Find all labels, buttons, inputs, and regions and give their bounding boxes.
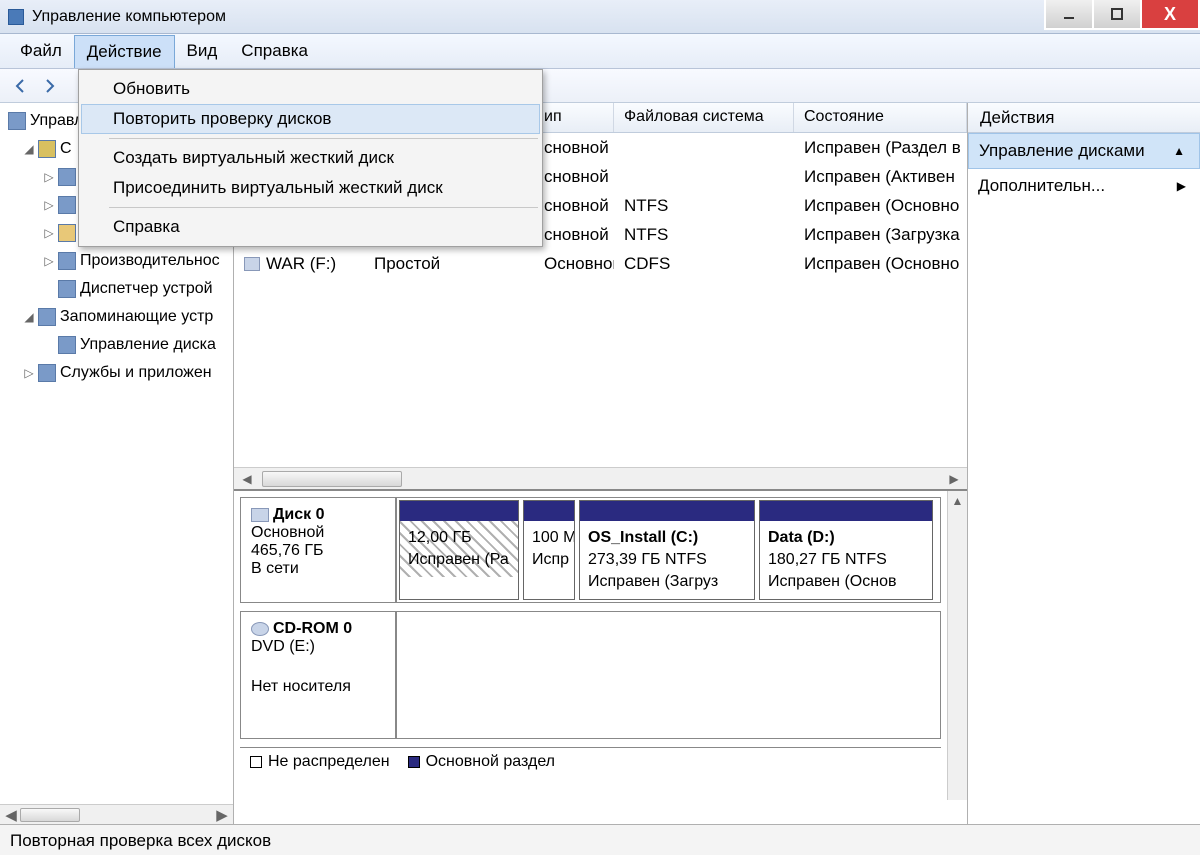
app-icon	[8, 9, 24, 25]
window-buttons: X	[1046, 0, 1200, 30]
partition-bar	[400, 501, 518, 521]
actions-more[interactable]: Дополнительн... ▶	[968, 169, 1200, 203]
scroll-left-icon[interactable]: ◀	[236, 469, 258, 489]
expand-icon[interactable]: ▷	[22, 359, 36, 387]
nav-forward-button[interactable]	[38, 75, 60, 97]
scroll-thumb[interactable]	[20, 808, 80, 822]
legend-swatch-unallocated	[250, 756, 262, 768]
disk-info: Диск 0 Основной 465,76 ГБ В сети	[241, 498, 397, 602]
menu-rescan-disks[interactable]: Повторить проверку дисков	[81, 104, 540, 134]
expand-icon[interactable]: ▷	[42, 247, 56, 275]
tree-services[interactable]: ▷Службы и приложен	[8, 359, 233, 387]
storage-icon	[38, 308, 56, 326]
expand-icon[interactable]: ▷	[42, 191, 56, 219]
scroll-thumb[interactable]	[262, 471, 402, 487]
col-status[interactable]: Состояние	[794, 103, 967, 132]
tree-disk-management[interactable]: Управление диска	[8, 331, 233, 359]
col-type[interactable]: ип	[534, 103, 614, 132]
expand-icon[interactable]: ▷	[42, 163, 56, 191]
tools-icon	[38, 140, 56, 158]
collapse-icon[interactable]: ◢	[22, 303, 36, 331]
partition[interactable]: 12,00 ГБ Исправен (Ра	[399, 500, 519, 600]
partition[interactable]: 100 М Испр	[523, 500, 575, 600]
scroll-right-icon[interactable]: ▶	[213, 806, 231, 824]
partition-data[interactable]: Data (D:) 180,27 ГБ NTFS Исправен (Основ	[759, 500, 933, 600]
nav-back-button[interactable]	[10, 75, 32, 97]
volume-row[interactable]: WAR (F:)ПростойОсновнойCDFSИсправен (Осн…	[234, 249, 967, 278]
device-icon	[58, 280, 76, 298]
disk-row[interactable]: Диск 0 Основной 465,76 ГБ В сети 12,00 Г…	[240, 497, 941, 603]
disk-info: CD-ROM 0 DVD (E:) Нет носителя	[241, 612, 397, 738]
scroll-up-icon[interactable]: ▲	[948, 491, 967, 511]
minimize-button[interactable]	[1044, 0, 1094, 30]
menu-refresh[interactable]: Обновить	[81, 74, 540, 104]
actions-pane: Действия Управление дисками ▲ Дополнител…	[968, 103, 1200, 824]
menubar: Файл Действие Вид Справка	[0, 34, 1200, 69]
services-icon	[38, 364, 56, 382]
tree-device-manager[interactable]: Диспетчер устрой	[8, 275, 233, 303]
folder-icon	[58, 168, 76, 186]
titlebar: Управление компьютером X	[0, 0, 1200, 34]
disk-row-cdrom[interactable]: CD-ROM 0 DVD (E:) Нет носителя	[240, 611, 941, 739]
graphical-vscrollbar[interactable]: ▲	[947, 491, 967, 800]
tree-performance[interactable]: ▷Производительнос	[8, 247, 233, 275]
menu-view[interactable]: Вид	[175, 35, 230, 67]
collapse-icon: ▲	[1173, 144, 1185, 158]
menu-separator	[109, 207, 538, 208]
legend-swatch-primary	[408, 756, 420, 768]
expand-icon[interactable]: ▷	[42, 219, 56, 247]
disk-icon	[251, 508, 269, 522]
actions-header: Действия	[968, 103, 1200, 133]
graphical-view: Диск 0 Основной 465,76 ГБ В сети 12,00 Г…	[234, 489, 967, 824]
maximize-button[interactable]	[1092, 0, 1142, 30]
scroll-left-icon[interactable]: ◀	[2, 806, 20, 824]
partition-bar	[580, 501, 754, 521]
cdrom-icon	[251, 622, 269, 636]
menu-attach-vhd[interactable]: Присоединить виртуальный жесткий диск	[81, 173, 540, 203]
menu-file[interactable]: Файл	[8, 35, 74, 67]
action-menu-dropdown: Обновить Повторить проверку дисков Созда…	[78, 69, 543, 247]
volume-icon	[244, 257, 260, 271]
menu-action[interactable]: Действие	[74, 35, 175, 68]
actions-disk-management[interactable]: Управление дисками ▲	[968, 133, 1200, 169]
partition-os[interactable]: OS_Install (C:) 273,39 ГБ NTFS Исправен …	[579, 500, 755, 600]
computer-icon	[8, 112, 26, 130]
window-title: Управление компьютером	[32, 8, 226, 26]
tree-hscrollbar[interactable]: ◀ ▶	[0, 804, 233, 824]
scroll-right-icon[interactable]: ▶	[943, 469, 965, 489]
menu-separator	[109, 138, 538, 139]
perf-icon	[58, 252, 76, 270]
partition-bar	[760, 501, 932, 521]
menu-help[interactable]: Справка	[229, 35, 320, 67]
legend: Не распределен Основной раздел	[240, 747, 941, 775]
disk-icon	[58, 336, 76, 354]
col-filesystem[interactable]: Файловая система	[614, 103, 794, 132]
partition-bar	[524, 501, 574, 521]
menu-create-vhd[interactable]: Создать виртуальный жесткий диск	[81, 143, 540, 173]
volumes-hscrollbar[interactable]: ◀ ▶	[234, 467, 967, 489]
chevron-right-icon: ▶	[1177, 179, 1186, 193]
folder-icon	[58, 224, 76, 242]
menu-help[interactable]: Справка	[81, 212, 540, 242]
close-button[interactable]: X	[1140, 0, 1200, 30]
folder-icon	[58, 196, 76, 214]
statusbar: Повторная проверка всех дисков	[0, 824, 1200, 855]
tree-storage[interactable]: ◢Запоминающие устр	[8, 303, 233, 331]
collapse-icon[interactable]: ◢	[22, 135, 36, 163]
